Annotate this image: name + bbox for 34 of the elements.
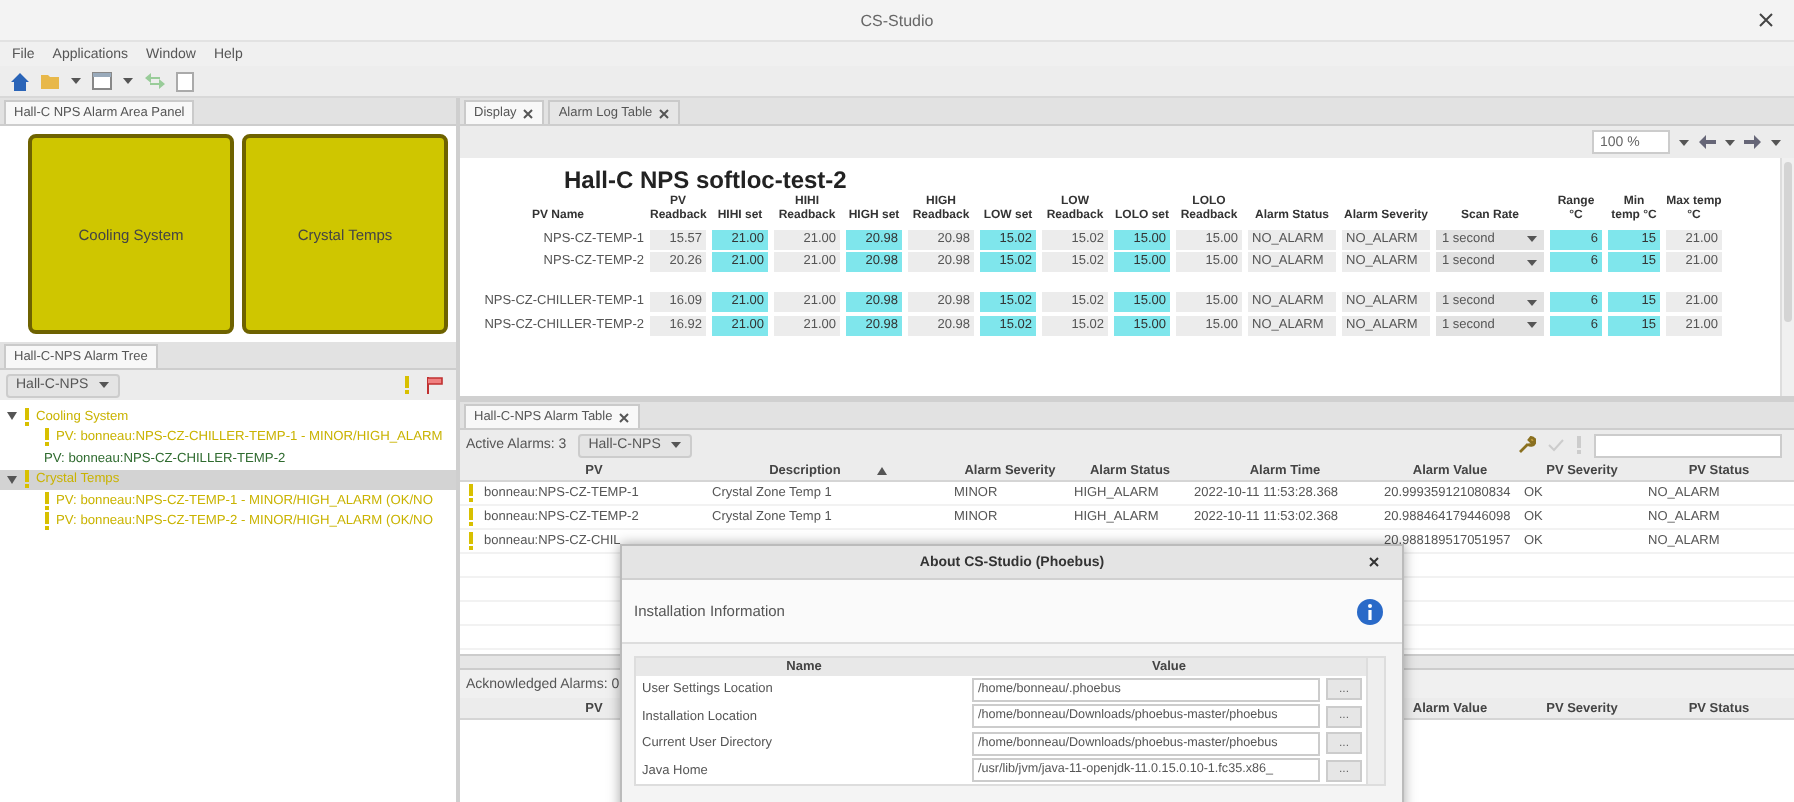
window-icon[interactable] — [92, 72, 112, 90]
caret-icon[interactable] — [122, 76, 134, 86]
display-title: Hall-C NPS softloc-test-2 — [562, 164, 849, 195]
flag-icon[interactable] — [426, 376, 444, 394]
caret-icon — [98, 380, 111, 390]
caret-icon — [1526, 234, 1538, 244]
alarm-icon — [44, 428, 50, 447]
close-icon[interactable] — [1368, 556, 1380, 568]
caret-icon[interactable] — [1724, 137, 1736, 147]
search-field[interactable] — [1594, 433, 1782, 457]
caret-icon — [1526, 257, 1538, 267]
caret-icon[interactable] — [1770, 137, 1782, 147]
expand-toggle-icon[interactable] — [6, 410, 18, 423]
close-icon[interactable] — [658, 107, 671, 119]
info-icon — [1356, 597, 1384, 625]
close-icon[interactable] — [618, 411, 631, 423]
scrollbar[interactable] — [1780, 158, 1794, 396]
caret-icon[interactable] — [1678, 137, 1690, 147]
window-title: CS-Studio — [860, 11, 934, 29]
alarm-icon — [24, 407, 30, 426]
caret-icon — [1526, 297, 1538, 307]
check-icon[interactable] — [1548, 438, 1564, 452]
forward-icon[interactable] — [1744, 134, 1762, 150]
alarm-icon — [24, 470, 30, 489]
expand-toggle-icon[interactable] — [6, 473, 18, 486]
wrench-icon[interactable] — [1518, 436, 1536, 454]
scrollbar[interactable] — [1366, 658, 1384, 784]
caret-icon[interactable] — [70, 76, 82, 86]
back-icon[interactable] — [1698, 134, 1716, 150]
caret-icon — [1526, 320, 1538, 330]
caret-icon — [670, 440, 683, 450]
close-icon[interactable] — [1758, 12, 1774, 28]
home-icon[interactable] — [10, 71, 30, 91]
close-icon[interactable] — [522, 107, 535, 119]
